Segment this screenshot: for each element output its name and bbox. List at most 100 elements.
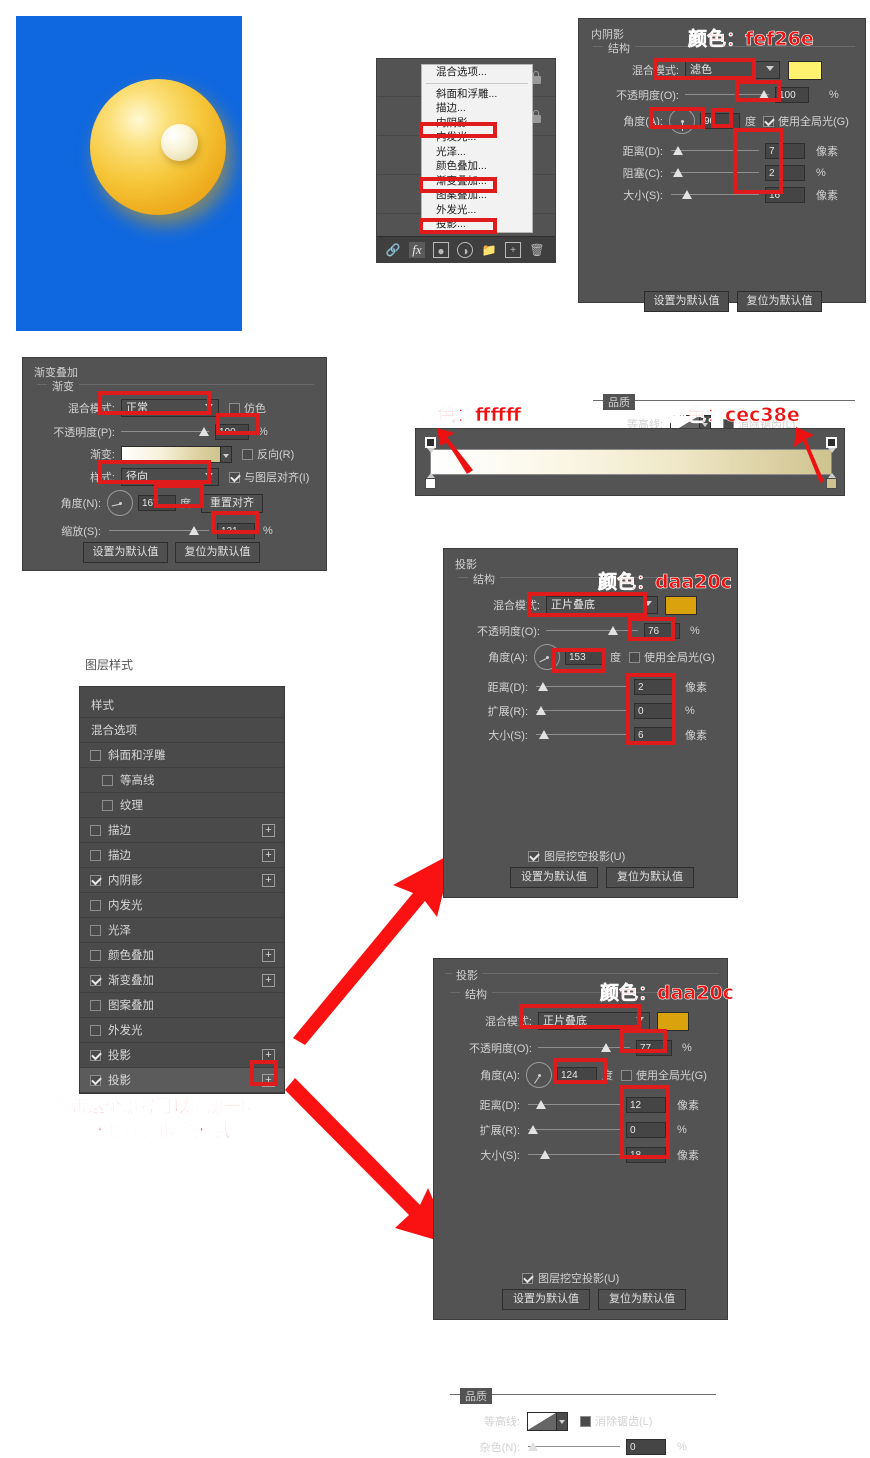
ds2-size-slider[interactable]	[528, 1148, 620, 1162]
style-enable-checkbox[interactable]	[90, 974, 101, 986]
style-list-item[interactable]: 描边 +	[80, 843, 284, 868]
ds1-distance-slider[interactable]	[536, 680, 628, 694]
go-angle-value[interactable]: 167	[138, 495, 176, 511]
style-enable-checkbox[interactable]	[90, 749, 101, 761]
size-slider[interactable]	[671, 188, 759, 202]
ds2-blend-mode-select[interactable]: 正片叠底	[538, 1012, 650, 1030]
style-list-item[interactable]: 光泽	[80, 918, 284, 943]
menu-item-inner-glow[interactable]: 内发光...	[422, 130, 532, 145]
size-value[interactable]: 16	[765, 187, 805, 203]
style-enable-checkbox[interactable]	[90, 1074, 101, 1086]
angle-value[interactable]: 90	[700, 113, 740, 129]
style-enable-checkbox[interactable]	[90, 1049, 101, 1061]
go-blend-mode-select[interactable]: 正常	[121, 399, 219, 417]
style-enable-checkbox[interactable]	[102, 799, 113, 811]
style-list-item[interactable]: 内发光	[80, 893, 284, 918]
style-list-item[interactable]: 投影 +	[80, 1043, 284, 1068]
ds1-spread-slider[interactable]	[536, 704, 628, 718]
link-icon[interactable]: 🔗	[385, 242, 401, 258]
ds1-spread-value[interactable]: 0	[634, 703, 674, 719]
style-enable-checkbox[interactable]	[90, 849, 101, 861]
contour-chevron-icon[interactable]	[557, 1411, 568, 1431]
fx-icon[interactable]: fx	[409, 242, 425, 258]
angle-dial[interactable]	[669, 108, 695, 134]
add-style-plus-button[interactable]: +	[262, 1074, 275, 1087]
ds1-opacity-slider[interactable]	[546, 624, 638, 638]
ds1-blend-mode-select[interactable]: 正片叠底	[546, 596, 658, 614]
ds2-size-value[interactable]: 18	[626, 1147, 666, 1163]
ds1-opacity-value[interactable]: 76	[644, 623, 680, 639]
style-enable-checkbox[interactable]	[90, 874, 101, 886]
go-reset-default-button[interactable]: 复位为默认值	[175, 542, 260, 563]
folder-icon[interactable]: 📁	[481, 242, 497, 258]
ds1-reset-default-button[interactable]: 复位为默认值	[606, 867, 694, 888]
ds2-set-default-button[interactable]: 设置为默认值	[502, 1289, 590, 1310]
style-enable-checkbox[interactable]	[90, 1024, 101, 1036]
ds2-noise-slider[interactable]	[528, 1440, 620, 1454]
style-enable-checkbox[interactable]	[90, 999, 101, 1011]
opacity-slider[interactable]	[685, 88, 769, 102]
menu-item-color-overlay[interactable]: 颜色叠加...	[422, 159, 532, 174]
dither-checkbox[interactable]	[229, 402, 240, 414]
gradient-stop-left-bottom[interactable]	[425, 473, 436, 489]
ds1-angle-value[interactable]: 153	[565, 649, 605, 665]
style-list-item[interactable]: 渐变叠加 +	[80, 968, 284, 993]
ds1-size-slider[interactable]	[536, 728, 628, 742]
ds2-angle-value[interactable]: 124	[557, 1067, 597, 1083]
ds2-knockout-checkbox[interactable]	[522, 1272, 533, 1284]
add-style-plus-button[interactable]: +	[262, 949, 275, 962]
ds1-size-value[interactable]: 6	[634, 727, 674, 743]
ds2-spread-value[interactable]: 0	[626, 1122, 666, 1138]
global-light-checkbox[interactable]	[763, 115, 774, 127]
ds1-set-default-button[interactable]: 设置为默认值	[510, 867, 598, 888]
ds2-contour-swatch[interactable]	[527, 1411, 557, 1431]
ds2-antialias-checkbox[interactable]	[580, 1415, 591, 1427]
blend-mode-select[interactable]: 滤色	[685, 61, 780, 79]
ds1-knockout-checkbox[interactable]	[528, 850, 539, 862]
menu-item-satin[interactable]: 光泽...	[422, 145, 532, 160]
menu-item-stroke[interactable]: 描边...	[422, 101, 532, 116]
menu-item-drop-shadow[interactable]: 投影...	[422, 217, 532, 232]
reverse-checkbox[interactable]	[242, 448, 253, 460]
go-opacity-slider[interactable]	[121, 425, 209, 439]
style-list-item[interactable]: 纹理	[80, 793, 284, 818]
add-style-plus-button[interactable]: +	[262, 1049, 275, 1062]
ds2-distance-value[interactable]: 12	[626, 1097, 666, 1113]
menu-item-bevel-emboss[interactable]: 斜面和浮雕...	[422, 87, 532, 102]
go-set-default-button[interactable]: 设置为默认值	[83, 542, 168, 563]
menu-item-inner-shadow[interactable]: 内阴影...	[422, 116, 532, 131]
choke-slider[interactable]	[671, 166, 759, 180]
style-enable-checkbox[interactable]	[90, 924, 101, 936]
style-list-item[interactable]: 内阴影 +	[80, 868, 284, 893]
style-select[interactable]: 径向	[121, 468, 219, 486]
set-default-button[interactable]: 设置为默认值	[644, 291, 729, 312]
choke-value[interactable]: 2	[765, 165, 805, 181]
ds1-angle-dial[interactable]	[534, 644, 560, 670]
new-layer-icon[interactable]: +	[505, 242, 521, 258]
gradient-chevron-icon[interactable]	[221, 445, 232, 463]
ds2-global-light-checkbox[interactable]	[621, 1069, 632, 1081]
mask-icon[interactable]: ●	[433, 242, 449, 258]
distance-value[interactable]: 7	[765, 143, 805, 159]
reset-default-button[interactable]: 复位为默认值	[737, 291, 822, 312]
style-list-item[interactable]: 斜面和浮雕	[80, 743, 284, 768]
go-opacity-value[interactable]: 100	[215, 424, 249, 440]
style-list-item[interactable]: 图案叠加	[80, 993, 284, 1018]
gradient-swatch[interactable]	[121, 445, 221, 463]
add-style-plus-button[interactable]: +	[262, 849, 275, 862]
ds2-color-swatch[interactable]	[657, 1011, 689, 1031]
style-list-item[interactable]: 描边 +	[80, 818, 284, 843]
blending-options-row[interactable]: 混合选项	[80, 718, 284, 743]
layer-style-context-menu[interactable]: 混合选项... 斜面和浮雕... 描边... 内阴影... 内发光... 光泽.…	[421, 64, 533, 233]
style-list-item[interactable]: 外发光	[80, 1018, 284, 1043]
ds2-opacity-slider[interactable]	[538, 1041, 630, 1055]
menu-item-gradient-overlay[interactable]: 渐变叠加...	[422, 174, 532, 189]
menu-item-blending-options[interactable]: 混合选项...	[422, 65, 532, 80]
style-list-item[interactable]: 颜色叠加 +	[80, 943, 284, 968]
adjustment-icon[interactable]: ◑	[457, 242, 473, 258]
ds2-spread-slider[interactable]	[528, 1123, 620, 1137]
ds1-color-swatch[interactable]	[665, 595, 697, 615]
scale-value[interactable]: 121	[217, 523, 255, 539]
style-list-item[interactable]: 投影 +	[80, 1068, 284, 1093]
style-enable-checkbox[interactable]	[90, 824, 101, 836]
